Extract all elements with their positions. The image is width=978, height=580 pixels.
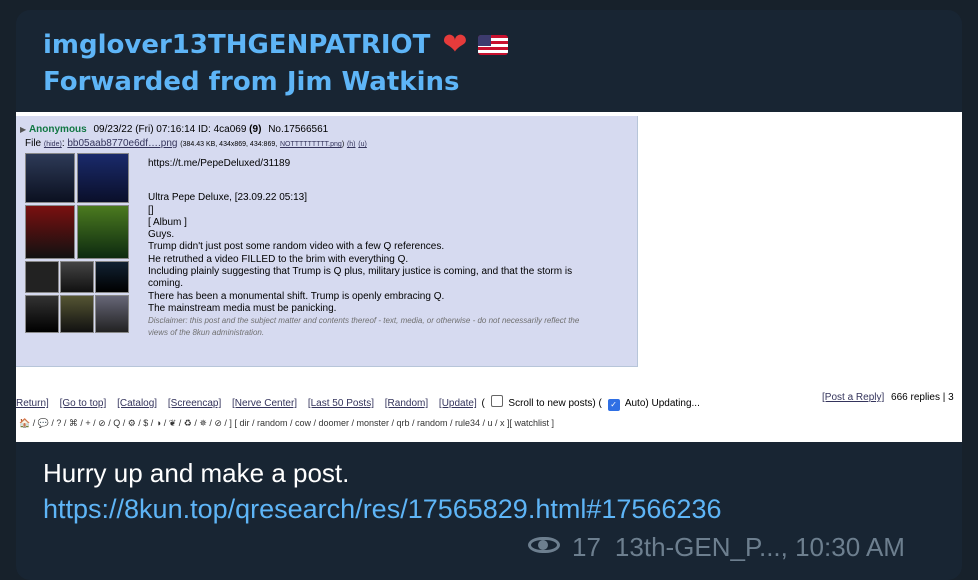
collage-image [95,261,129,293]
view-count: 17 [572,531,601,562]
go-to-top-link: [Go to top] [59,398,107,409]
auto-update-label: Auto) Updating... [624,398,700,409]
auto-update-checkbox: ✓ [607,399,620,411]
imageboard-post: ▶ Anonymous 09/23/22 (Fri) 07:16:14 ID: … [16,116,638,367]
return-link: Return] [16,398,49,409]
post-line: Including plainly suggesting that Trump … [148,266,573,278]
file-hide-link: (hide) [43,141,62,148]
expand-arrow-icon: ▶ [20,125,27,134]
post-line: [ Album ] [148,216,187,228]
file-name-link: bb05aab8770e6df….png [67,138,178,149]
eye-icon [528,537,564,557]
thread-nav-bar: Return] [Go to top] [Catalog] [Screencap… [16,392,962,411]
scroll-label: Scroll to new posts) ( [508,398,602,409]
post-line: [] [148,204,154,216]
post-datetime: 09/23/22 (Fri) 07:16:14 [93,124,196,135]
post-id: 4ca069 [213,124,247,135]
update-link: [Update] [438,398,477,409]
collage-image [25,205,75,259]
file-h-link: (h) [346,141,356,148]
collage-image [95,295,129,333]
post-line: There has been a monumental shift. Trump… [148,290,445,302]
file-original-name: NOTTTTTTTTT.png [279,141,342,148]
collage-image [25,261,59,293]
collage-image [25,295,59,333]
collage-image [77,153,129,203]
post-line: Guys. [148,229,175,241]
author-time: 13th-GEN_P..., 10:30 AM [614,531,905,562]
post-line: The mainstream media must be panicking. [148,302,337,314]
post-line: He retruthed a video FILLED to the brim … [148,253,409,265]
nerve-center-link: [Nerve Center] [232,398,298,409]
sender-name[interactable]: imglover13THGENPATRIOT ❤ [43,30,508,60]
file-meta-close: ) [341,141,345,148]
us-flag-icon [477,35,508,55]
collage-image [60,261,94,293]
post-line: Trump didn't just post some random video… [148,241,445,253]
attached-screenshot[interactable]: ▶ Anonymous 09/23/22 (Fri) 07:16:14 ID: … [16,112,962,442]
post-id-count: (9) [249,124,262,135]
post-intro: ▶ Anonymous 09/23/22 (Fri) 07:16:14 ID: … [20,124,328,135]
post-a-reply-link: [Post a Reply] [822,392,885,403]
forwarded-from[interactable]: Forwarded from Jim Watkins [43,67,459,97]
post-link: https://t.me/PepeDeluxed/31189 [148,158,291,169]
post-line: coming. [148,278,184,290]
sender-name-text: imglover13THGENPATRIOT [43,30,431,60]
file-meta: (384.43 KB, 434x869, 434:869, [180,141,278,148]
screencap-link: [Screencap] [167,398,222,409]
image-collage-thumbnail [25,153,129,361]
collage-image [77,205,129,259]
collage-image [25,153,75,203]
post-number: No.17566561 [268,124,329,135]
random-link: [Random] [384,398,429,409]
message-text: Hurry up and make a post. [43,458,350,488]
file-u-link: (u) [358,141,367,148]
post-line: Ultra Pepe Deluxe, [23.09.22 05:13] [148,192,307,204]
post-body: https://t.me/PepeDeluxed/31189 Ultra Pep… [148,158,579,339]
poster-name: Anonymous [28,124,87,135]
last-50-posts-link: [Last 50 Posts] [307,398,374,409]
paren-open: ( [481,398,485,409]
reply-count: 666 replies | 3 [891,392,954,403]
post-disclaimer: Disclaimer: this post and the subject ma… [148,316,580,326]
thread-reply-info: [Post a Reply] 666 replies | 3 [822,392,954,403]
message-bubble: imglover13THGENPATRIOT ❤ Forwarded from … [16,10,962,580]
post-disclaimer: views of the 8kun administration. [148,328,265,338]
catalog-link: [Catalog] [117,398,158,409]
heart-icon: ❤ [442,27,468,62]
message-link[interactable]: https://8kun.top/qresearch/res/17565829.… [43,494,721,525]
scroll-checkbox [490,395,503,407]
file-info: File (hide): bb05aab8770e6df….png (384.4… [25,138,367,149]
message-meta: 17 13th-GEN_P..., 10:30 AM [528,530,905,564]
file-label: File [25,138,42,149]
collage-image [60,295,94,333]
board-list-bar: 🏠 / 💬 / ? / ⌘ / + / ⊘ / Q / ⚙ / $ / ◑ / … [19,418,555,428]
post-id-label: ID: [198,124,211,135]
